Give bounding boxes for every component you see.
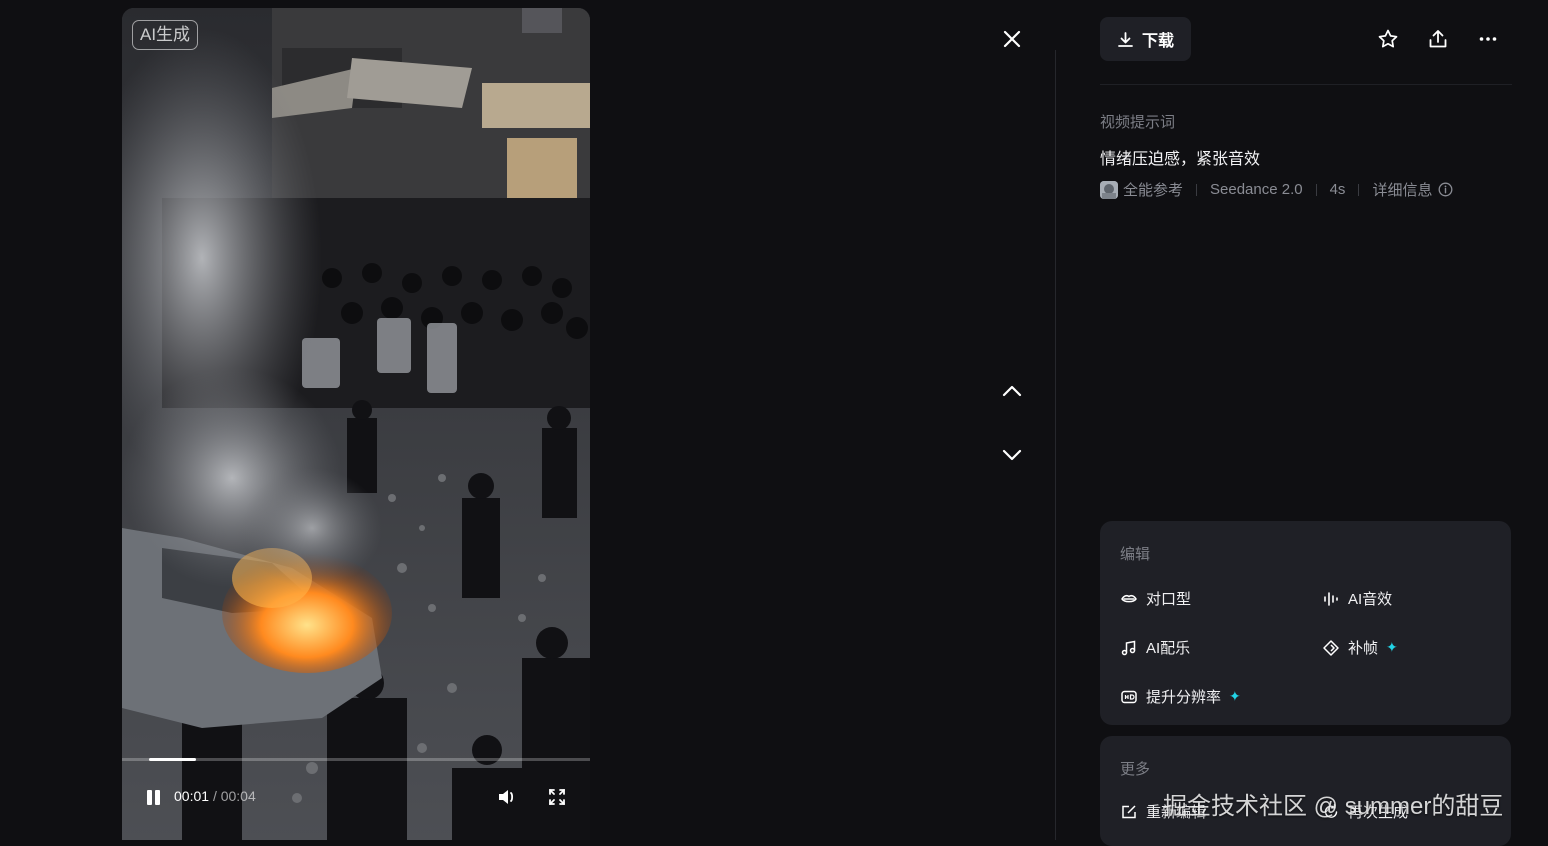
upscale-button[interactable]: 提升分辨率 ✦ xyxy=(1120,686,1241,707)
chevron-down-icon[interactable] xyxy=(998,441,1026,469)
details-panel: 下载 视频提示词 情绪压迫感，紧张音效 全能参考 Seedance 2.0 4s… xyxy=(1056,0,1548,846)
current-time: 00:01 xyxy=(174,788,210,804)
video-time: 00:01 / 00:04 xyxy=(174,788,256,804)
video-controls: 00:01 / 00:04 xyxy=(122,782,590,812)
reference-label[interactable]: 全能参考 xyxy=(1123,179,1183,200)
header-divider xyxy=(1100,84,1512,85)
info-icon xyxy=(1439,182,1453,197)
star-icon[interactable] xyxy=(1374,25,1402,53)
music-note-icon xyxy=(1121,640,1136,655)
video-viewer: AI生成 00:01 / 00:04 xyxy=(0,0,1056,840)
frame-interp-icon xyxy=(1323,639,1339,656)
frame-interp-label: 补帧 xyxy=(1348,640,1379,657)
lipsync-button[interactable]: 对口型 xyxy=(1120,588,1191,609)
frame-interp-button[interactable]: 补帧 ✦ xyxy=(1322,637,1398,658)
meta-separator xyxy=(1358,183,1360,196)
sparkle-icon: ✦ xyxy=(1386,639,1398,655)
download-icon xyxy=(1118,31,1133,47)
video-progress-fill xyxy=(149,758,196,761)
edit-title: 编辑 xyxy=(1120,546,1151,563)
ai-sfx-label: AI音效 xyxy=(1348,591,1393,608)
sound-wave-icon xyxy=(1324,591,1338,606)
generation-meta: 全能参考 Seedance 2.0 4s 详细信息 xyxy=(1100,179,1453,200)
edit-card: 编辑 对口型 AI音效 AI配乐 补帧 ✦ 提升分辨率 ✦ xyxy=(1100,521,1511,725)
lipsync-label: 对口型 xyxy=(1146,591,1192,608)
meta-separator xyxy=(1196,183,1198,196)
close-icon[interactable] xyxy=(998,25,1026,53)
total-time: 00:04 xyxy=(220,788,256,804)
time-separator: / xyxy=(212,788,217,804)
ai-music-button[interactable]: AI配乐 xyxy=(1120,637,1190,658)
video-player[interactable]: AI生成 00:01 / 00:04 xyxy=(122,8,590,840)
details-label: 详细信息 xyxy=(1372,182,1433,199)
watermark-text: 掘金技术社区 @ summer的甜豆 xyxy=(1163,793,1504,820)
video-progress-bar[interactable] xyxy=(122,758,590,761)
pause-icon[interactable] xyxy=(144,788,164,808)
lips-icon xyxy=(1121,594,1137,602)
video-frame xyxy=(122,8,590,840)
more-title: 更多 xyxy=(1120,761,1151,778)
share-icon[interactable] xyxy=(1424,25,1452,53)
upscale-label: 提升分辨率 xyxy=(1146,689,1222,706)
ai-sfx-button[interactable]: AI音效 xyxy=(1322,588,1392,609)
reference-thumbnail xyxy=(1100,180,1118,199)
ai-generated-badge: AI生成 xyxy=(132,20,199,50)
prompt-text: 情绪压迫感，紧张音效 xyxy=(1100,151,1261,168)
fullscreen-icon[interactable] xyxy=(546,786,568,808)
prompt-label: 视频提示词 xyxy=(1100,114,1176,131)
details-link[interactable]: 详细信息 xyxy=(1372,179,1453,200)
hd-icon xyxy=(1121,690,1137,703)
sparkle-icon: ✦ xyxy=(1229,688,1241,704)
video-duration: 4s xyxy=(1329,181,1346,198)
download-label: 下载 xyxy=(1141,33,1174,50)
chevron-up-icon[interactable] xyxy=(998,377,1026,405)
volume-icon[interactable] xyxy=(496,786,518,808)
more-options-icon[interactable] xyxy=(1474,25,1502,53)
edit-icon xyxy=(1122,804,1136,818)
meta-separator xyxy=(1315,183,1317,196)
ai-music-label: AI配乐 xyxy=(1146,640,1191,657)
download-button[interactable]: 下载 xyxy=(1100,17,1191,61)
model-name: Seedance 2.0 xyxy=(1210,181,1303,198)
